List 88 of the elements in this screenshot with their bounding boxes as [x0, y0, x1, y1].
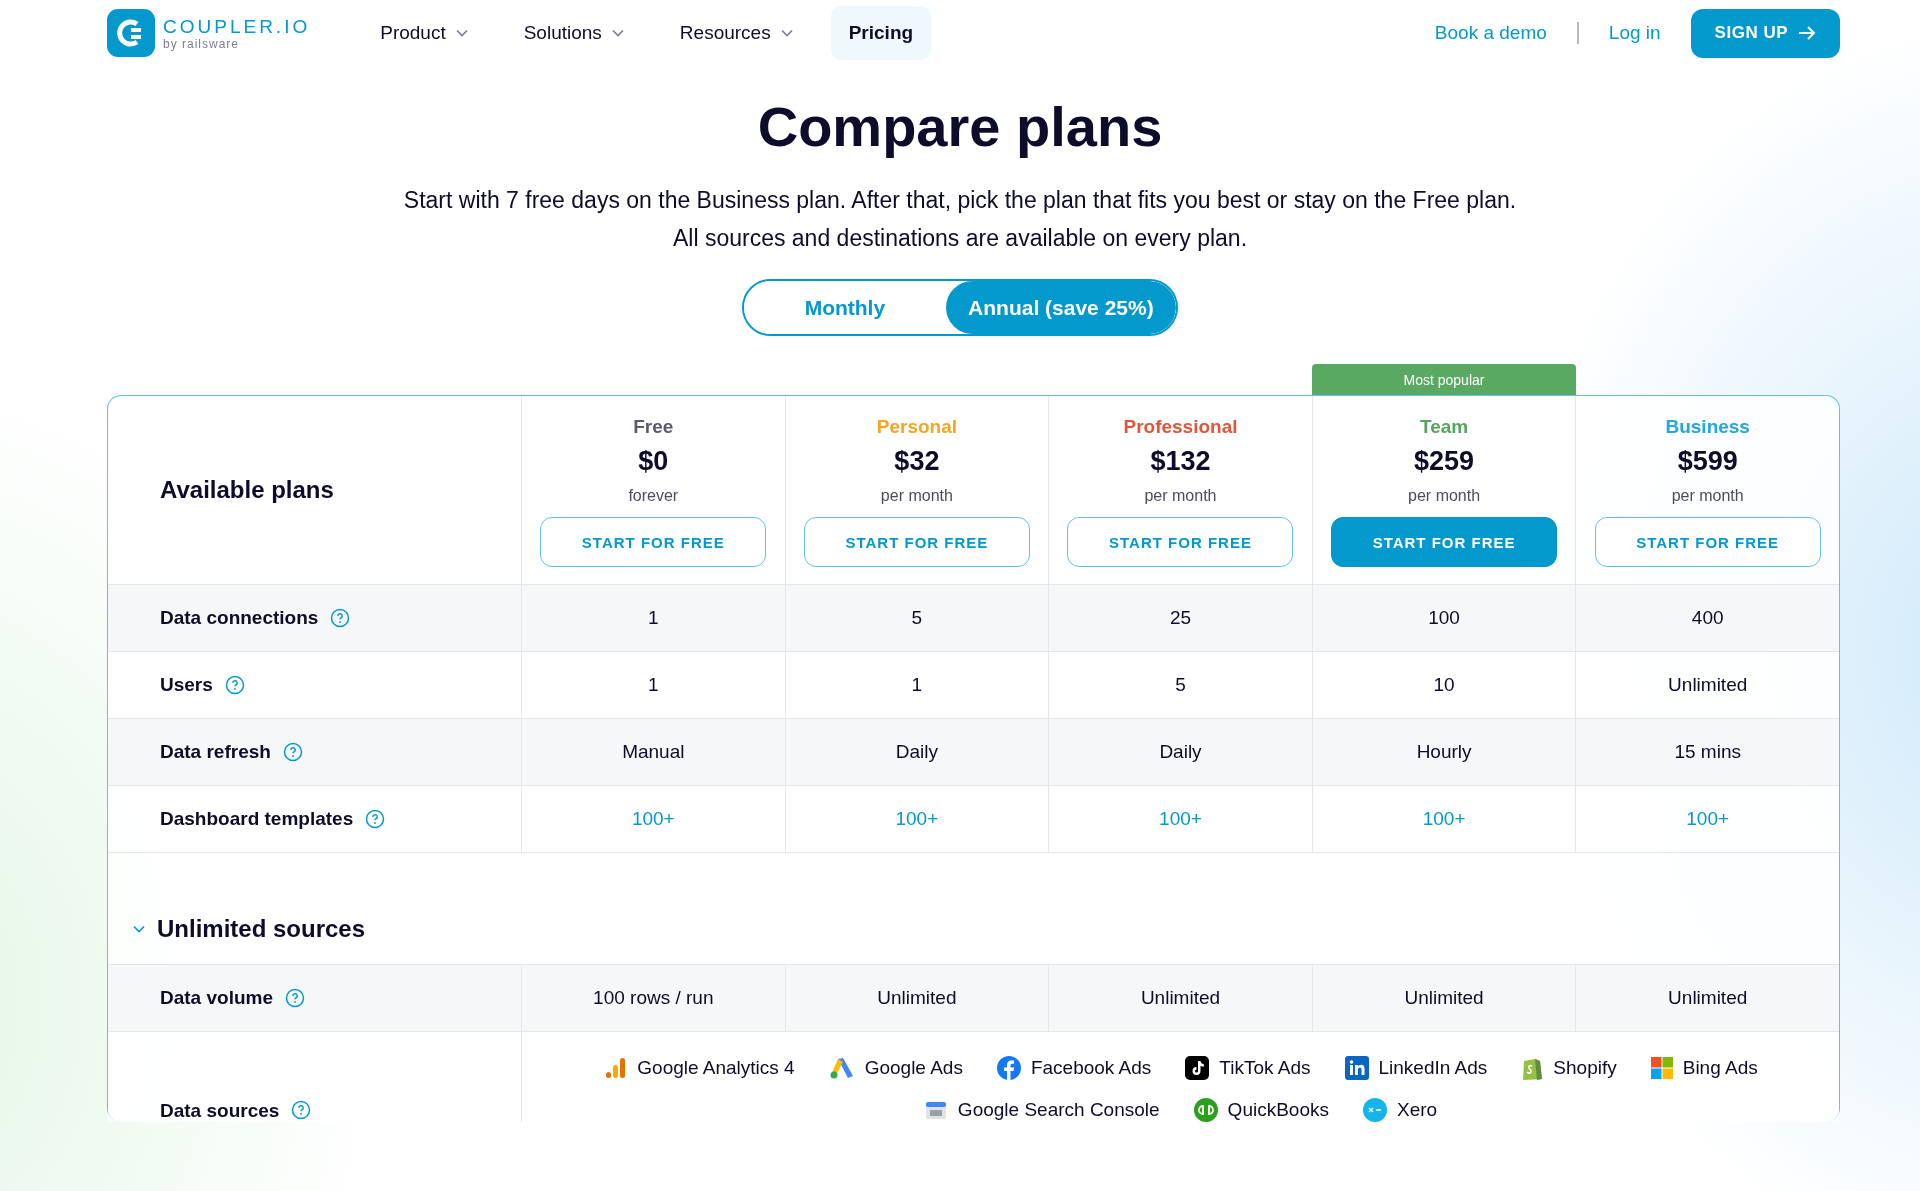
start-button[interactable]: START FOR FREE	[540, 517, 767, 567]
table-cell: Hourly	[1311, 719, 1576, 785]
templates-link[interactable]: 100+	[521, 786, 785, 852]
table-cell: 400	[1575, 585, 1839, 651]
start-button[interactable]: START FOR FREE	[803, 517, 1030, 567]
page-title: Compare plans	[756, 94, 1164, 159]
sign-up-button[interactable]: SIGN UP	[1690, 8, 1840, 58]
table-cell: Manual	[521, 719, 785, 785]
help-icon[interactable]	[285, 988, 305, 1008]
row-label: Data connections	[160, 607, 319, 629]
chevron-down-icon	[133, 924, 145, 933]
source-name: Bing Ads	[1682, 1056, 1758, 1079]
templates-link[interactable]: 100+	[784, 786, 1049, 852]
book-demo-link[interactable]: Book a demo	[1434, 22, 1547, 44]
popular-badge: Most popular	[1312, 364, 1576, 395]
price-period: per month	[1144, 487, 1217, 505]
row-label: Data volume	[160, 987, 273, 1009]
help-icon[interactable]	[365, 809, 386, 829]
music-note-icon	[1185, 1055, 1210, 1080]
table-cell: Daily	[784, 719, 1049, 785]
source-name: LinkedIn Ads	[1378, 1056, 1488, 1079]
source-name: Google Ads	[864, 1056, 963, 1079]
subtitle: All sources and destinations are available on every plan.	[671, 224, 1249, 253]
logo-byline: by railsware	[163, 37, 241, 50]
in-square-icon	[1344, 1055, 1369, 1080]
four-squares-icon	[1650, 1056, 1673, 1079]
table-cell: 15 mins	[1575, 719, 1839, 785]
source-name: Google Search Console	[957, 1098, 1160, 1121]
logo-name: COUPLER.IO	[163, 16, 311, 36]
table-cell: 100 rows / run	[521, 965, 785, 1031]
source-name: Facebook Ads	[1030, 1056, 1152, 1079]
table-cell: Unlimited	[1048, 965, 1312, 1031]
plan-price: $259	[1414, 446, 1475, 477]
plan-price: $0	[638, 446, 669, 477]
source-name: Shopify	[1553, 1056, 1617, 1079]
price-period: per month	[880, 487, 953, 505]
triangle-logo-icon	[828, 1055, 855, 1080]
table-cell: 25	[1048, 585, 1312, 651]
help-icon[interactable]	[330, 608, 351, 628]
row-label: Dashboard templates	[160, 808, 354, 830]
table-cell: 1	[521, 585, 785, 651]
templates-link[interactable]: 100+	[1311, 786, 1576, 852]
bar-chart-icon	[603, 1055, 628, 1080]
table-cell: Unlimited	[1575, 965, 1839, 1031]
price-period: per month	[1408, 487, 1481, 505]
start-button[interactable]: START FOR FREE	[1594, 517, 1821, 567]
subtitle: Start with 7 free days on the Business plan. After that, pick the plan that fits you best or stay on the Free plan.	[402, 186, 1518, 215]
start-button[interactable]: START FOR FREE	[1331, 517, 1558, 567]
price-period: per month	[1671, 487, 1744, 505]
plan-name: Business	[1665, 416, 1750, 438]
start-button[interactable]: START FOR FREE	[1067, 517, 1294, 567]
plan-name: Personal	[876, 416, 957, 438]
plan-price: $132	[1150, 446, 1211, 477]
table-cell: 5	[784, 585, 1049, 651]
nav-item[interactable]: Product	[362, 6, 486, 60]
arrow-right-icon	[1798, 25, 1816, 41]
plan-price: $32	[894, 446, 940, 477]
source-name: QuickBooks	[1227, 1098, 1329, 1121]
plan-name: Team	[1419, 416, 1469, 438]
collapse-toggle[interactable]	[133, 924, 145, 933]
login-link[interactable]: Log in	[1608, 22, 1661, 44]
table-cell: 100	[1311, 585, 1576, 651]
nav-item[interactable]: Solutions	[505, 6, 642, 60]
row-label: Data refresh	[160, 741, 271, 763]
help-icon[interactable]	[282, 742, 303, 762]
templates-link[interactable]: 100+	[1575, 786, 1839, 852]
billing-option[interactable]: Annual (save 25%)	[945, 281, 1176, 334]
table-cell: Unlimited	[784, 965, 1049, 1031]
help-icon[interactable]	[291, 1100, 312, 1120]
row-label: Users	[160, 674, 213, 696]
plan-name: Free	[633, 416, 674, 438]
help-icon[interactable]	[224, 675, 245, 695]
plan-price: $599	[1677, 446, 1738, 477]
logo-icon	[107, 9, 155, 57]
table-cell: Unlimited	[1311, 965, 1576, 1031]
row-label: Data sources	[160, 1100, 280, 1122]
templates-link[interactable]: 100+	[1048, 786, 1312, 852]
f-circle-icon	[996, 1055, 1021, 1080]
price-period: forever	[628, 487, 679, 505]
source-name: Xero	[1397, 1098, 1438, 1121]
nav-item[interactable]: Pricing	[830, 6, 932, 60]
nav-item[interactable]: Resources	[661, 6, 811, 60]
table-cell: Daily	[1048, 719, 1312, 785]
source-name: Google Analytics 4	[637, 1056, 795, 1079]
section-title: Unlimited sources	[157, 914, 366, 943]
plan-name: Professional	[1123, 416, 1238, 438]
source-name: TikTok Ads	[1219, 1056, 1311, 1079]
table-heading: Available plans	[160, 476, 334, 504]
